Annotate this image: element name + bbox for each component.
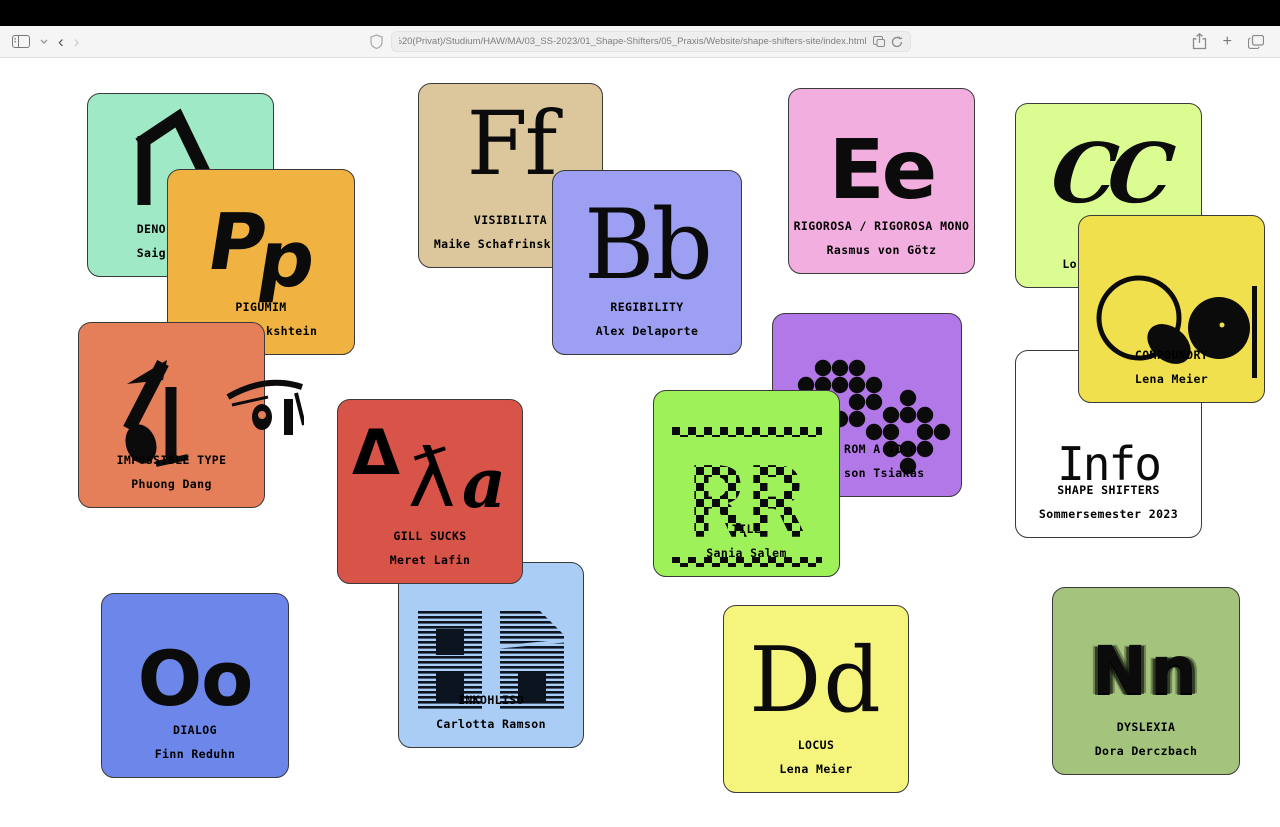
card-regibility[interactable]: Bb REGIBILITY Alex Delaporte [552, 170, 742, 355]
sidebar-toggle-button[interactable] [12, 35, 30, 48]
back-button[interactable]: ‹ [58, 32, 64, 52]
card-designer-name: Carlotta Ramson [399, 717, 583, 731]
share-button[interactable] [1192, 33, 1207, 50]
tab-overview-button[interactable] [1248, 35, 1264, 49]
card-title: DYSLEXIA [1053, 720, 1239, 734]
card-title: DIALOG [102, 723, 288, 737]
share-icon [1192, 33, 1207, 50]
website-settings-icon[interactable] [873, 36, 885, 47]
card-designer-name: Lena Meier [1079, 372, 1264, 386]
abstract-hat-glyph [226, 373, 304, 458]
card-designer-name: Meret Lafin [338, 553, 522, 567]
a-letterform-glyph: a [462, 444, 506, 524]
card-dialog[interactable]: Oo DIALOG Finn Reduhn [101, 593, 289, 778]
card-title: GILL SUCKS [338, 529, 522, 543]
card-designer-name: Dora Derczbach [1053, 744, 1239, 758]
privacy-shield-icon [370, 34, 383, 49]
reload-icon[interactable] [891, 36, 903, 48]
bb-letterform-glyph: Bb [553, 189, 741, 301]
card-designer-name: Sania Salem [654, 546, 839, 560]
card-title: LOCUS [724, 738, 908, 752]
lambda-letterform-glyph: ƛ [408, 432, 455, 525]
card-title: COMPOUNDRY [1079, 348, 1264, 362]
chevron-down-icon[interactable] [40, 39, 48, 44]
card-designer-name: Phuong Dang [79, 477, 264, 491]
card-title: IMPOSSIBLE TYPE [79, 453, 264, 467]
card-impossible-type[interactable]: IMPOSSIBLE TYPE Phuong Dang [78, 322, 265, 508]
card-locus[interactable]: Dd LOCUS Lena Meier [723, 605, 909, 793]
forward-button[interactable]: › [74, 32, 80, 52]
card-designer-name: Alex Delaporte [553, 324, 741, 338]
oo-letterform-glyph: Oo [102, 634, 288, 723]
card-designer-name: Lena Meier [724, 762, 908, 776]
card-gill-sucks[interactable]: Δ ƛ a GILL SUCKS Meret Lafin [337, 399, 523, 584]
card-designer-name: Rasmus von Götz [789, 243, 974, 257]
card-dyslexia[interactable]: Nn DYSLEXIA Dora Derczbach [1052, 587, 1240, 775]
ee-letterform-glyph: Ee [789, 123, 974, 218]
delta-letterform-glyph: Δ [352, 416, 400, 489]
card-title: TILE [654, 522, 839, 536]
new-tab-button[interactable]: + [1223, 33, 1232, 51]
svg-text:RR: RR [688, 447, 806, 561]
address-bar[interactable]: n/Dropbox%20(Privat)/Studium/HAW/MA/03_S… [391, 31, 911, 52]
card-inkohliso[interactable]: INKOHLISO Carlotta Ramson [398, 562, 584, 748]
card-title: REGIBILITY [553, 300, 741, 314]
nn-letterform-glyph: Nn [1053, 632, 1239, 709]
card-tile[interactable]: RR TILE Sania Salem [653, 390, 840, 577]
card-title: PIGUMIM [168, 300, 354, 314]
qq-letterform-glyph [1089, 266, 1259, 386]
sidebar-icon [12, 35, 30, 48]
cc-letterform-glyph: CC [1015, 126, 1202, 222]
card-compoundry[interactable]: COMPOUNDRY Lena Meier [1078, 215, 1265, 403]
pp-letterform-glyph: Pp [167, 198, 355, 288]
card-title: RIGOROSA / RIGOROSA MONO [789, 219, 974, 233]
shape-shifters-page: DENO Saig Pp PIGUMIM kshtein [0, 58, 1280, 827]
card-title: INKOHLISO [399, 693, 583, 707]
card-rigorosa[interactable]: Ee RIGOROSA / RIGOROSA MONO Rasmus von G… [788, 88, 975, 274]
browser-toolbar: ‹ › n/Dropbox%20(Privat)/Studium/HAW/MA/… [0, 26, 1280, 58]
macos-menu-bar [0, 0, 1280, 26]
card-designer-name: Finn Reduhn [102, 747, 288, 761]
project-title: SHAPE SHIFTERS [1016, 483, 1201, 497]
url-text: n/Dropbox%20(Privat)/Studium/HAW/MA/03_S… [399, 36, 867, 47]
semester-label: Sommersemester 2023 [1016, 507, 1201, 521]
dd-letterform-glyph: Dd [724, 628, 908, 733]
tabs-icon [1248, 35, 1264, 49]
